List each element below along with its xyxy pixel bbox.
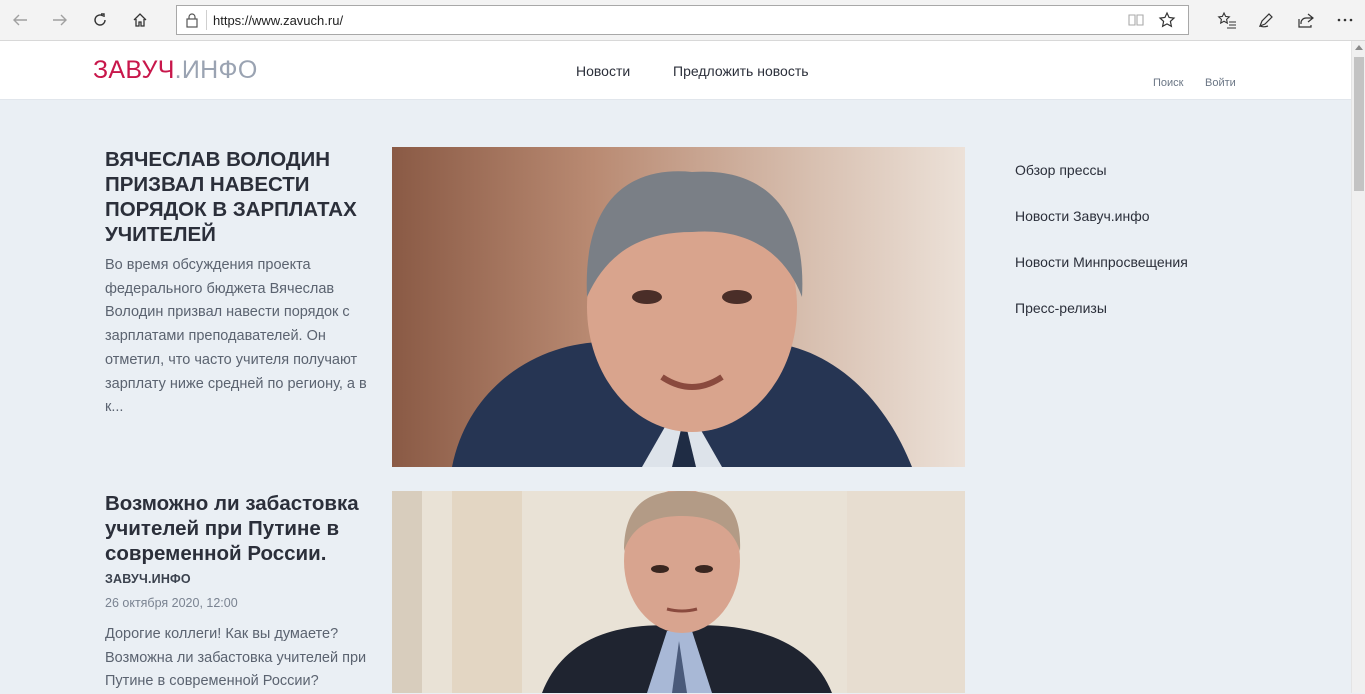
lock-icon [186, 13, 198, 28]
pen-icon [1258, 13, 1273, 28]
more-dots-icon [1337, 18, 1353, 22]
sidebar-link-ministry-news[interactable]: Новости Минпросвещения [1015, 254, 1188, 270]
logo-part-2: .ИНФО [174, 56, 258, 84]
sidebar-link-press-releases[interactable]: Пресс-релизы [1015, 300, 1107, 316]
article-excerpt: Во время обсуждения проекта федерального… [105, 257, 367, 416]
forward-button[interactable] [48, 8, 72, 32]
address-bar[interactable]: https://www.zavuch.ru/ [176, 5, 1189, 35]
site-logo[interactable]: ЗАВУЧ.ИНФО [93, 56, 258, 85]
refresh-button[interactable] [88, 8, 112, 32]
arrow-right-icon [53, 14, 67, 26]
article-source: ЗАВУЧ.ИНФО [105, 572, 191, 586]
home-icon [133, 13, 147, 27]
browser-toolbar: https://www.zavuch.ru/ [0, 0, 1365, 41]
article-photo[interactable] [392, 491, 965, 693]
portrait-image [392, 147, 965, 467]
site-header: ЗАВУЧ.ИНФО Новости Предложить новость По… [0, 41, 1351, 100]
logo-part-1: ЗАВУЧ [93, 56, 175, 84]
article-title[interactable]: ВЯЧЕСЛАВ ВОЛОДИН ПРИЗВАЛ НАВЕСТИ ПОРЯДОК… [105, 147, 380, 247]
refresh-icon [94, 13, 106, 26]
home-button[interactable] [128, 8, 152, 32]
scrollbar-thumb[interactable] [1354, 57, 1364, 191]
url-text: https://www.zavuch.ru/ [213, 13, 344, 28]
nav-news[interactable]: Новости [576, 63, 630, 79]
article-date: 26 октября 2020, 12:00 [105, 596, 238, 610]
page-scrollbar[interactable] [1351, 41, 1365, 693]
favorites-list-icon [1217, 11, 1236, 29]
search-link[interactable]: Поиск [1153, 77, 1183, 89]
portrait-image [392, 491, 965, 693]
article-photo[interactable] [392, 147, 965, 467]
share-button[interactable] [1294, 8, 1318, 32]
nav-suggest-news[interactable]: Предложить новость [673, 63, 809, 79]
back-button[interactable] [8, 8, 32, 32]
article-title[interactable]: Возможно ли забастовка учителей при Пути… [105, 491, 380, 566]
share-icon [1298, 13, 1314, 28]
favorite-star-icon[interactable] [1158, 11, 1176, 29]
address-separator [206, 10, 207, 30]
login-link[interactable]: Войти [1205, 77, 1236, 89]
favorites-button[interactable] [1215, 8, 1239, 32]
arrow-left-icon [13, 14, 27, 26]
reading-view-icon[interactable] [1128, 12, 1144, 28]
article-excerpt: Дорогие коллеги! Как вы думаете? Возможн… [105, 626, 367, 690]
sidebar-link-zavuch-news[interactable]: Новости Завуч.инфо [1015, 208, 1150, 224]
scroll-up-icon[interactable] [1355, 45, 1363, 50]
more-button[interactable] [1333, 8, 1357, 32]
notes-button[interactable] [1254, 8, 1278, 32]
sidebar-link-press-review[interactable]: Обзор прессы [1015, 162, 1107, 178]
